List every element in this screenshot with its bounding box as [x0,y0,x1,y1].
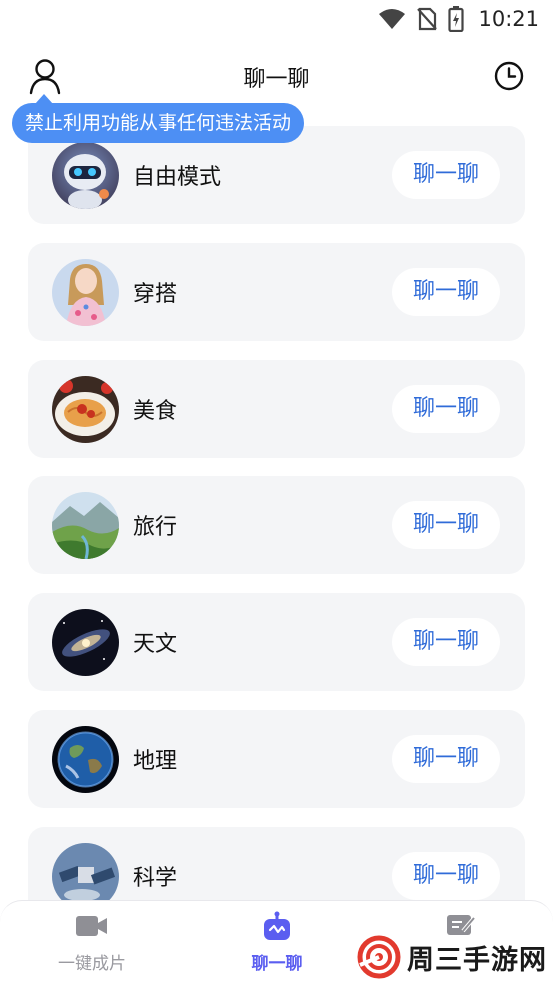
nav-tab-chat[interactable]: 聊一聊 [212,911,342,974]
topic-card-astronomy[interactable]: 天文 聊一聊 [28,593,525,692]
topic-list: 自由模式 聊一聊 穿搭 聊一聊 美食 聊一聊 旅行 聊一聊 天文 聊一聊 地理 … [28,126,525,944]
topic-card-fashion[interactable]: 穿搭 聊一聊 [28,242,525,341]
earth-avatar [52,725,119,793]
chat-button[interactable]: 聊一聊 [392,851,500,900]
nav-tab-one-click-video[interactable]: 一键成片 [27,911,157,974]
topic-label: 穿搭 [133,281,178,307]
topic-card-travel[interactable]: 旅行 聊一聊 [28,476,525,575]
travel-avatar [52,492,119,560]
watermark-logo-icon [357,935,401,979]
history-clock-icon[interactable] [493,60,525,92]
no-sim-icon [417,7,438,31]
video-icon [76,916,107,936]
fashion-avatar [52,258,119,326]
wifi-icon [379,9,406,29]
nav-label: 聊一聊 [251,954,303,974]
galaxy-avatar [52,609,119,677]
notice-tooltip: 禁止利用功能从事任何违法活动 [12,103,305,143]
topic-label: 天文 [133,632,178,658]
chat-button[interactable]: 聊一聊 [392,151,500,199]
robot-icon [264,911,290,940]
chat-button[interactable]: 聊一聊 [392,267,500,316]
status-time: 10:21 [478,7,539,31]
chat-button[interactable]: 聊一聊 [392,384,500,433]
status-icons: 10:21 [378,6,539,32]
food-avatar [52,375,119,443]
topic-label: 旅行 [133,515,178,541]
chat-button[interactable]: 聊一聊 [392,734,500,783]
nav-label: 一键成片 [58,954,126,974]
topic-label: 科学 [133,865,178,891]
topic-label: 美食 [133,398,178,424]
watermark-text: 周三手游网 [407,944,547,976]
watermark: 周三手游网 [357,935,547,979]
topic-card-geography[interactable]: 地理 聊一聊 [28,709,525,808]
status-bar: 10:21 [0,0,553,38]
page-title: 聊一聊 [243,67,310,92]
robot-avatar [52,142,119,209]
header: 聊一聊 [0,52,553,100]
chat-button[interactable]: 聊一聊 [392,618,500,667]
topic-label: 自由模式 [133,165,222,190]
chat-button[interactable]: 聊一聊 [392,501,500,550]
topic-card-food[interactable]: 美食 聊一聊 [28,359,525,458]
topic-label: 地理 [133,748,178,774]
battery-icon [448,6,465,32]
